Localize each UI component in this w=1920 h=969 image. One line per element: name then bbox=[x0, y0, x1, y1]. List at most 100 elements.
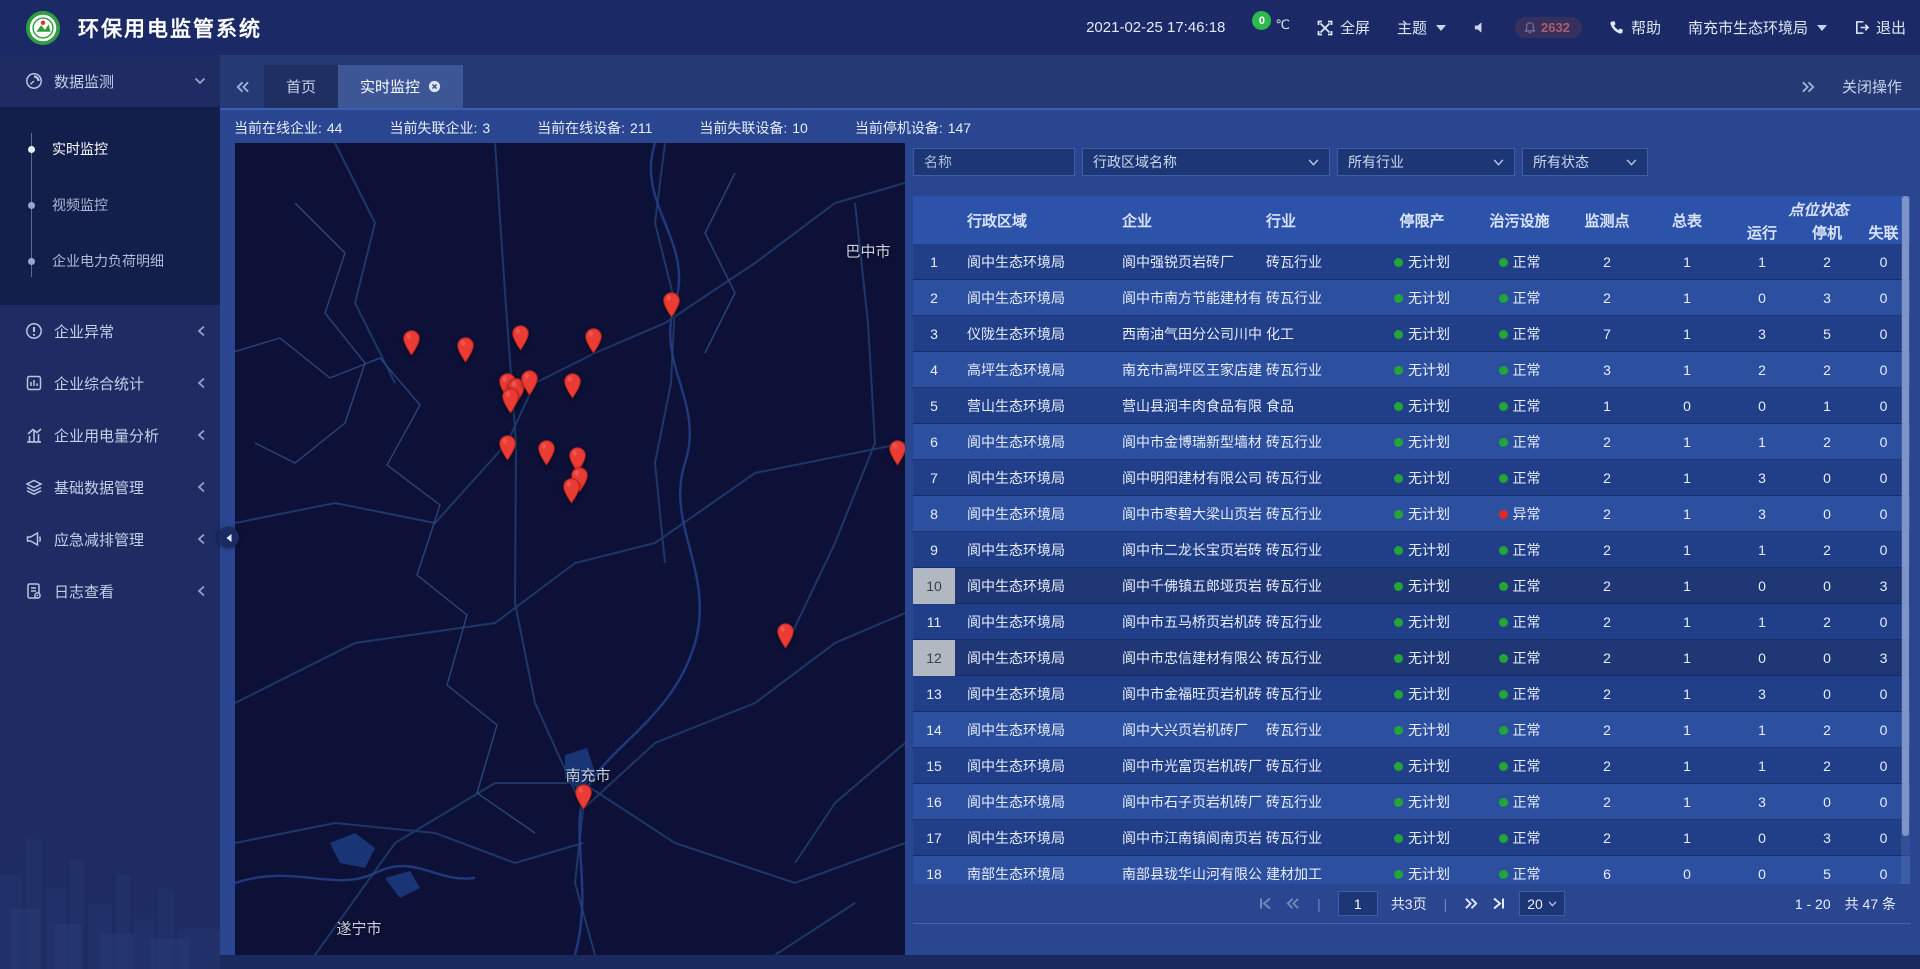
map-pin[interactable] bbox=[584, 327, 603, 354]
cell-region: 阆中生态环境局 bbox=[955, 612, 1095, 632]
map-pin[interactable] bbox=[501, 387, 520, 414]
sidebar-item-基础数据管理[interactable]: 基础数据管理 bbox=[0, 461, 220, 513]
theme-button[interactable]: 主题 bbox=[1397, 17, 1446, 38]
production-status-label: 无计划 bbox=[1408, 756, 1450, 776]
notification-button[interactable]: 2632 bbox=[1515, 17, 1582, 38]
cell-enterprise: 阆中市金博瑞新型墙材 bbox=[1095, 432, 1262, 452]
production-status-label: 无计划 bbox=[1408, 540, 1450, 560]
cell-running: 1 bbox=[1727, 614, 1797, 630]
first-page-button[interactable] bbox=[1258, 897, 1272, 910]
cell-facility-status: 正常 bbox=[1472, 396, 1567, 416]
tab-close-icon[interactable] bbox=[428, 80, 441, 93]
last-page-button[interactable] bbox=[1492, 897, 1506, 910]
table-row[interactable]: 13阆中生态环境局阆中市金福旺页岩机砖砖瓦行业无计划正常21300 bbox=[913, 676, 1910, 712]
cell-enterprise: 阆中市光富页岩机砖厂 bbox=[1095, 756, 1262, 776]
table-row[interactable]: 2阆中生态环境局阆中市南方节能建材有砖瓦行业无计划正常21030 bbox=[913, 280, 1910, 316]
map-pin[interactable] bbox=[888, 439, 905, 466]
sidebar-item-label: 企业用电量分析 bbox=[54, 425, 159, 446]
cell-running: 1 bbox=[1727, 254, 1797, 270]
map-pin[interactable] bbox=[776, 622, 795, 649]
sidebar-item-日志查看[interactable]: 日志查看 bbox=[0, 565, 220, 617]
org-name: 南充市生态环境局 bbox=[1688, 17, 1808, 38]
table-row[interactable]: 7阆中生态环境局阆中明阳建材有限公司砖瓦行业无计划正常21300 bbox=[913, 460, 1910, 496]
tab-实时监控[interactable]: 实时监控 bbox=[338, 65, 463, 108]
close-operations-button[interactable]: 关闭操作 bbox=[1842, 76, 1902, 97]
sidebar-item-企业异常[interactable]: 企业异常 bbox=[0, 305, 220, 357]
name-filter-input[interactable] bbox=[924, 154, 1064, 170]
cell-industry: 砖瓦行业 bbox=[1262, 720, 1372, 740]
cell-meters: 1 bbox=[1647, 470, 1727, 486]
page-size-select[interactable]: 20 bbox=[1519, 891, 1565, 916]
logout-button[interactable]: 退出 bbox=[1854, 17, 1906, 38]
region-filter-select[interactable]: 行政区域名称 bbox=[1082, 148, 1330, 176]
table-row[interactable]: 14阆中生态环境局阆中大兴页岩机砖厂砖瓦行业无计划正常21120 bbox=[913, 712, 1910, 748]
cell-production-status: 无计划 bbox=[1372, 612, 1472, 632]
production-status-label: 无计划 bbox=[1408, 648, 1450, 668]
industry-filter-select[interactable]: 所有行业 bbox=[1337, 148, 1515, 176]
status-dot-icon bbox=[1499, 546, 1508, 555]
tabs-scroll-left-button[interactable] bbox=[220, 65, 264, 108]
table-row[interactable]: 5营山生态环境局营山县润丰肉食品有限食品无计划正常10010 bbox=[913, 388, 1910, 424]
cell-industry: 砖瓦行业 bbox=[1262, 648, 1372, 668]
table-row[interactable]: 12阆中生态环境局阆中市忠信建材有限公砖瓦行业无计划正常21003 bbox=[913, 640, 1910, 676]
map-pin[interactable] bbox=[562, 477, 581, 504]
org-menu-button[interactable]: 南充市生态环境局 bbox=[1688, 17, 1827, 38]
map-pin[interactable] bbox=[662, 291, 681, 318]
cell-enterprise: 阆中市南方节能建材有 bbox=[1095, 288, 1262, 308]
table-row[interactable]: 8阆中生态环境局阆中市枣碧大梁山页岩砖瓦行业无计划异常21300 bbox=[913, 496, 1910, 532]
cell-seq: 7 bbox=[913, 460, 955, 496]
sidebar-collapse-button[interactable] bbox=[218, 527, 239, 548]
cell-seq: 13 bbox=[913, 676, 955, 712]
sidebar-subitem-视频监控[interactable]: 视频监控 bbox=[0, 177, 220, 233]
map-pin[interactable] bbox=[498, 434, 517, 461]
table-row[interactable]: 15阆中生态环境局阆中市光富页岩机砖厂砖瓦行业无计划正常21120 bbox=[913, 748, 1910, 784]
cell-seq: 4 bbox=[913, 352, 955, 388]
map-pin[interactable] bbox=[537, 439, 556, 466]
sidebar-item-企业用电量分析[interactable]: 企业用电量分析 bbox=[0, 409, 220, 461]
cell-seq: 8 bbox=[913, 496, 955, 532]
table-row[interactable]: 6阆中生态环境局阆中市金博瑞新型墙材砖瓦行业无计划正常21120 bbox=[913, 424, 1910, 460]
page-number-input[interactable] bbox=[1338, 891, 1378, 916]
table-row[interactable]: 16阆中生态环境局阆中市石子页岩机砖厂砖瓦行业无计划正常21300 bbox=[913, 784, 1910, 820]
sidebar-item-数据监测[interactable]: 数据监测 bbox=[0, 55, 220, 107]
next-page-button[interactable] bbox=[1464, 897, 1479, 910]
tabs-scroll-right-button[interactable] bbox=[1801, 65, 1816, 108]
help-button[interactable]: 帮助 bbox=[1609, 17, 1661, 38]
prev-page-button[interactable] bbox=[1285, 897, 1300, 910]
status-dot-icon bbox=[1394, 582, 1403, 591]
map-pin[interactable] bbox=[563, 372, 582, 399]
scrollbar-thumb[interactable] bbox=[1902, 196, 1909, 836]
name-filter bbox=[913, 148, 1075, 176]
table-row[interactable]: 1阆中生态环境局阆中强锐页岩砖厂砖瓦行业无计划正常21120 bbox=[913, 244, 1910, 280]
cell-stopped: 5 bbox=[1797, 866, 1857, 882]
cell-enterprise: 阆中市二龙长宝页岩砖 bbox=[1095, 540, 1262, 560]
map-pin[interactable] bbox=[520, 369, 539, 396]
sidebar-item-应急减排管理[interactable]: 应急减排管理 bbox=[0, 513, 220, 565]
status-filter-select[interactable]: 所有状态 bbox=[1522, 148, 1648, 176]
map-pin[interactable] bbox=[574, 783, 593, 810]
tab-首页[interactable]: 首页 bbox=[264, 65, 338, 108]
table-row[interactable]: 17阆中生态环境局阆中市江南镇阆南页岩砖瓦行业无计划正常21030 bbox=[913, 820, 1910, 856]
building-stats-icon bbox=[25, 374, 45, 392]
cell-production-status: 无计划 bbox=[1372, 468, 1472, 488]
table-row[interactable]: 10阆中生态环境局阆中千佛镇五郎垭页岩砖瓦行业无计划正常21003 bbox=[913, 568, 1910, 604]
table-row[interactable]: 18南部生态环境局南部县珑华山河有限公建材加工无计划正常60050 bbox=[913, 856, 1910, 884]
map-pin[interactable] bbox=[511, 324, 530, 351]
table-row[interactable]: 4高坪生态环境局南充市高坪区王家店建砖瓦行业无计划正常31220 bbox=[913, 352, 1910, 388]
cell-facility-status: 正常 bbox=[1472, 288, 1567, 308]
cell-stopped: 0 bbox=[1797, 686, 1857, 702]
sidebar-subitem-企业电力负荷明细[interactable]: 企业电力负荷明细 bbox=[0, 233, 220, 289]
cell-meters: 1 bbox=[1647, 254, 1727, 270]
sidebar-item-企业综合统计[interactable]: 企业综合统计 bbox=[0, 357, 220, 409]
cell-stopped: 2 bbox=[1797, 614, 1857, 630]
sidebar-subitem-实时监控[interactable]: 实时监控 bbox=[0, 121, 220, 177]
table-row[interactable]: 9阆中生态环境局阆中市二龙长宝页岩砖砖瓦行业无计划正常21120 bbox=[913, 532, 1910, 568]
map-pin[interactable] bbox=[402, 329, 421, 356]
table-row[interactable]: 3仪陇生态环境局西南油气田分公司川中化工无计划正常71350 bbox=[913, 316, 1910, 352]
fullscreen-button[interactable]: 全屏 bbox=[1317, 17, 1370, 38]
status-dot-icon bbox=[1499, 798, 1508, 807]
table-row[interactable]: 11阆中生态环境局阆中市五马桥页岩机砖砖瓦行业无计划正常21120 bbox=[913, 604, 1910, 640]
help-label: 帮助 bbox=[1631, 17, 1661, 38]
speaker-button[interactable] bbox=[1473, 20, 1488, 35]
map-pin[interactable] bbox=[456, 336, 475, 363]
